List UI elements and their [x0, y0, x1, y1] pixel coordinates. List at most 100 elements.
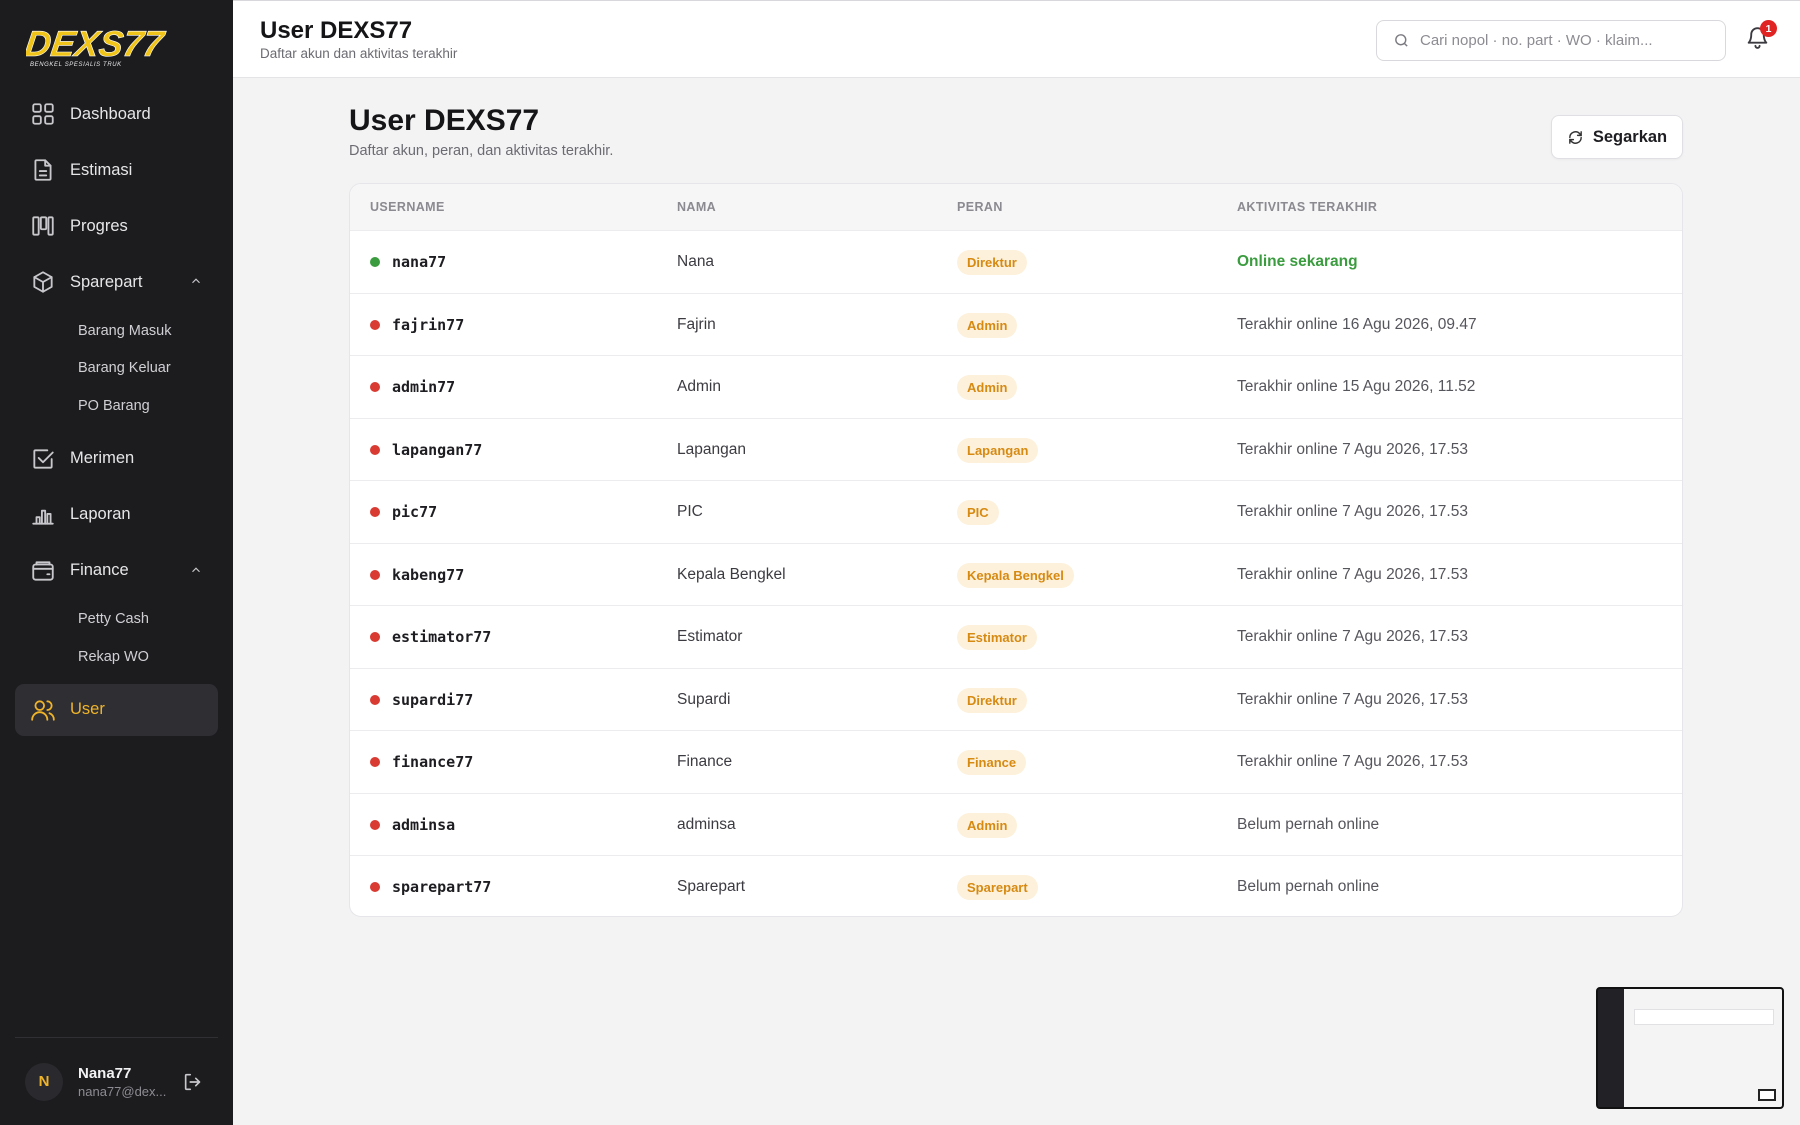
sidebar-item-label: Dashboard [70, 104, 151, 123]
table-row[interactable]: sparepart77 Sparepart Sparepart Belum perna… [350, 856, 1682, 916]
sidebar-item-label: Progres [70, 216, 128, 235]
username-cell: pic77 [392, 503, 438, 521]
username-cell: fajrin77 [392, 315, 465, 334]
status-dot [370, 694, 380, 705]
name-cell: Nana [677, 253, 715, 270]
role-badge: Admin [957, 312, 1018, 338]
role-badge: Estimator [957, 625, 1037, 650]
refresh-button[interactable]: Segarkan [1551, 115, 1683, 159]
table-row[interactable]: lapangan77 Lapangan Lapangan Terakhir onlin… [350, 419, 1682, 481]
topbar-subtitle: Daftar akun dan aktivitas terakhir [260, 46, 458, 61]
table-row[interactable]: adminsa adminsa Admin Belum pernah online [350, 794, 1682, 856]
chevron-up-icon[interactable] [189, 274, 203, 288]
status-dot [370, 444, 380, 455]
sidebar-item-label: Merimen [70, 449, 135, 467]
sidebar-item-user[interactable]: User [15, 683, 218, 736]
table-row[interactable]: finance77 Finance Finance Terakhir online 7… [350, 731, 1682, 794]
page-subtitle: Daftar akun, peran, dan aktivitas terakh… [349, 143, 614, 159]
activity-cell: Terakhir online 7 Agu 2026, 17.53 [1237, 440, 1468, 458]
sidebar-subitem-barang-keluar[interactable]: Barang Keluar [15, 350, 218, 388]
status-dot [370, 257, 380, 267]
status-dot [370, 632, 380, 642]
username-cell: admin77 [392, 378, 456, 396]
table-row[interactable]: admin77 Admin Admin Terakhir online 15 Agu … [350, 356, 1682, 419]
window-thumbnail[interactable] [1596, 987, 1784, 1109]
refresh-label: Segarkan [1592, 127, 1668, 146]
activity-cell: Terakhir online 7 Agu 2026, 17.53 [1237, 503, 1468, 520]
status-dot [370, 507, 380, 517]
global-search[interactable] [1376, 20, 1726, 61]
table-header: USERNAME NAMA PERAN AKTIVITAS TERAKHIR [350, 184, 1682, 231]
kanban-icon [30, 213, 56, 239]
sidebar-item-finance[interactable]: Finance [15, 545, 218, 597]
user-profile[interactable]: N Nana77 nana77@dex... [15, 1037, 218, 1125]
sidebar: DEXS77 BENGKEL SPESIALIS TRUK Dashboard E… [0, 0, 233, 1125]
svg-text:DEXS77: DEXS77 [26, 24, 168, 64]
users-table: USERNAME NAMA PERAN AKTIVITAS TERAKHIR n… [349, 183, 1683, 917]
col-username[interactable]: USERNAME [370, 200, 445, 214]
topbar-title: User DEXS77 [260, 17, 413, 44]
username-cell: kabeng77 [392, 565, 465, 584]
table-row[interactable]: pic77 PIC PIC Terakhir online 7 Agu 2026, 1… [350, 481, 1682, 544]
username-cell: adminsa [392, 815, 456, 834]
name-cell: Admin [677, 378, 721, 395]
activity-cell: Online sekarang [1237, 253, 1358, 270]
username-cell: nana77 [392, 253, 447, 271]
role-badge: Kepala Bengkel [957, 562, 1074, 588]
box-icon [30, 269, 56, 295]
sidebar-item-estimasi[interactable]: Estimasi [15, 144, 218, 196]
name-cell: Fajrin [677, 315, 716, 333]
sidebar-subitem-rekap-wo[interactable]: Rekap WO [15, 638, 218, 676]
activity-cell: Terakhir online 7 Agu 2026, 17.53 [1237, 628, 1468, 645]
col-nama[interactable]: NAMA [677, 200, 716, 214]
status-dot [370, 569, 380, 580]
sidebar-item-dashboard[interactable]: Dashboard [15, 88, 218, 140]
logout-icon[interactable] [182, 1071, 204, 1093]
sidebar-item-sparepart[interactable]: Sparepart [15, 256, 218, 308]
role-badge: Finance [957, 750, 1027, 775]
name-cell: Lapangan [677, 440, 746, 458]
chevron-up-icon[interactable] [189, 563, 203, 577]
sidebar-subitem-barang-masuk[interactable]: Barang Masuk [15, 312, 218, 350]
sidebar-subitem-petty-cash[interactable]: Petty Cash [15, 601, 218, 639]
table-row[interactable]: estimator77 Estimator Estimator Terakhir on… [350, 606, 1682, 669]
status-dot [370, 819, 380, 830]
sidebar-item-label: Finance [70, 561, 129, 579]
username-cell: estimator77 [392, 628, 492, 646]
username-cell: sparepart77 [392, 878, 492, 896]
activity-cell: Terakhir online 15 Agu 2026, 11.52 [1237, 378, 1476, 395]
role-badge: Direktur [957, 250, 1027, 275]
status-dot [370, 882, 380, 892]
role-badge: Lapangan [957, 437, 1039, 463]
document-icon [30, 157, 56, 183]
role-badge: PIC [957, 500, 999, 525]
table-row[interactable]: supardi77 Supardi Direktur Terakhir online … [350, 669, 1682, 731]
table-row[interactable]: fajrin77 Fajrin Admin Terakhir online 16 Ag… [350, 294, 1682, 356]
refresh-icon [1568, 130, 1582, 144]
col-peran[interactable]: PERAN [957, 200, 1003, 214]
sidebar-nav: Dashboard Estimasi Progres Sparepart Barang … [15, 88, 218, 740]
checkbox-icon [30, 446, 56, 472]
sidebar-item-laporan[interactable]: Laporan [15, 489, 218, 541]
dexs77-logo[interactable]: DEXS77 BENGKEL SPESIALIS TRUK [26, 24, 210, 68]
search-input[interactable] [1420, 32, 1710, 49]
username-cell: lapangan77 [392, 440, 483, 459]
sidebar-item-merimen[interactable]: Merimen [15, 433, 218, 485]
table-row[interactable]: kabeng77 Kepala Bengkel Kepala Bengkel Tera… [350, 544, 1682, 606]
notification-bell-icon[interactable]: 1 [1745, 20, 1777, 51]
avatar: N [25, 1062, 63, 1101]
status-dot [370, 319, 380, 330]
username-cell: supardi77 [392, 690, 474, 709]
col-aktivitas[interactable]: AKTIVITAS TERAKHIR [1237, 200, 1377, 214]
table-row[interactable]: nana77 Nana Direktur Online sekarang [350, 231, 1682, 294]
activity-cell: Terakhir online 16 Agu 2026, 09.47 [1237, 315, 1477, 333]
sidebar-item-progres[interactable]: Progres [15, 200, 218, 252]
svg-text:BENGKEL SPESIALIS TRUK: BENGKEL SPESIALIS TRUK [30, 62, 122, 68]
page-title: User DEXS77 [349, 104, 540, 137]
topbar: User DEXS77 Daftar akun dan aktivitas te… [233, 0, 1800, 78]
sidebar-item-label: Estimasi [70, 160, 133, 179]
table-body: nana77 Nana Direktur Online sekarang fajrin7… [350, 231, 1682, 916]
activity-cell: Terakhir online 7 Agu 2026, 17.53 [1237, 565, 1468, 583]
name-cell: Sparepart [677, 878, 746, 895]
sidebar-subitem-po-barang[interactable]: PO Barang [15, 387, 218, 425]
